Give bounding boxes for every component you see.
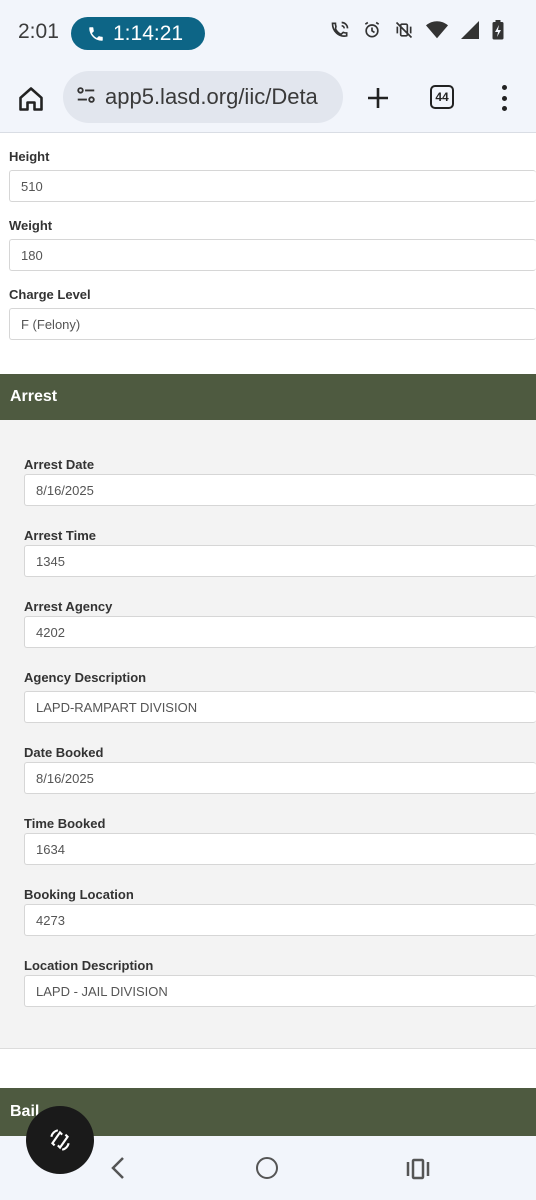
date-booked-label: Date Booked (24, 745, 104, 760)
arrest-section-header[interactable]: Arrest (0, 374, 536, 420)
time-booked-label: Time Booked (24, 816, 106, 831)
recent-apps-icon[interactable] (406, 1158, 430, 1185)
weight-label: Weight (9, 218, 53, 233)
battery-icon (492, 20, 504, 40)
more-icon[interactable] (494, 82, 514, 114)
call-timer: 1:14:21 (113, 21, 184, 45)
height-label: Height (9, 149, 50, 164)
weight-field[interactable]: 180 (9, 239, 536, 271)
browser-toolbar: app5.lasd.org/iic/Deta 44 (0, 66, 536, 133)
charge-level-field[interactable]: F (Felony) (9, 308, 536, 340)
location-description-label: Location Description (24, 958, 154, 973)
arrest-time-label: Arrest Time (24, 528, 97, 543)
date-booked-field[interactable]: 8/16/2025 (24, 762, 536, 794)
rotate-screen-button[interactable] (26, 1106, 94, 1174)
url-text: app5.lasd.org/iic/Deta (105, 84, 318, 109)
alarm-icon (362, 20, 382, 40)
arrest-date-field[interactable]: 8/16/2025 (24, 474, 536, 506)
arrest-time-field[interactable]: 1345 (24, 545, 536, 577)
address-bar[interactable]: app5.lasd.org/iic/Deta (63, 71, 343, 123)
back-icon[interactable] (108, 1156, 128, 1185)
signal-icon (460, 20, 480, 40)
agency-description-label: Agency Description (24, 670, 147, 685)
wifi-calling-icon (330, 20, 350, 40)
wifi-icon (426, 20, 448, 40)
arrest-agency-field[interactable]: 4202 (24, 616, 536, 648)
phone-icon (89, 26, 103, 41)
status-icons (330, 20, 504, 40)
home-nav-icon[interactable] (256, 1157, 278, 1179)
arrest-agency-label: Arrest Agency (24, 599, 113, 614)
booking-location-label: Booking Location (24, 887, 134, 902)
height-field[interactable]: 510 (9, 170, 536, 202)
tab-switcher-button[interactable]: 44 (430, 85, 454, 109)
charge-level-label: Charge Level (9, 287, 91, 302)
ongoing-call-chip[interactable]: 1:14:21 (71, 17, 205, 50)
booking-location-field[interactable]: 4273 (24, 904, 536, 936)
agency-description-field[interactable]: LAPD-RAMPART DIVISION (24, 691, 536, 723)
location-description-field[interactable]: LAPD - JAIL DIVISION (24, 975, 536, 1007)
site-settings-icon[interactable] (75, 84, 97, 111)
status-time: 2:01 (18, 20, 59, 43)
new-tab-icon[interactable] (362, 82, 394, 114)
status-bar: 2:01 1:14:21 (0, 0, 536, 66)
arrest-section-title: Arrest (10, 388, 58, 405)
rotate-icon (50, 1129, 70, 1151)
time-booked-field[interactable]: 1634 (24, 833, 536, 865)
arrest-panel (0, 420, 536, 1048)
section-divider (0, 1048, 536, 1049)
vibrate-off-icon (394, 20, 414, 40)
arrest-date-label: Arrest Date (24, 457, 95, 472)
home-icon[interactable] (14, 82, 48, 116)
